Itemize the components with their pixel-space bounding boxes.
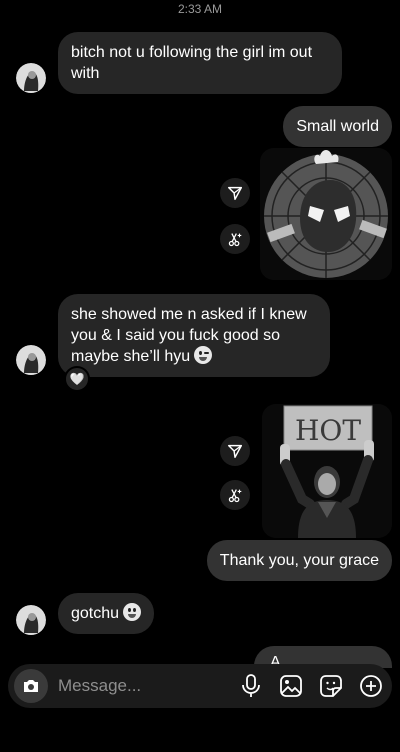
message-input[interactable]: Message... <box>58 676 238 696</box>
camera-button[interactable] <box>14 669 48 703</box>
message-text: gotchu <box>71 605 120 622</box>
microphone-button[interactable] <box>238 673 264 699</box>
message-text: she showed me n asked if I knew you & I … <box>71 306 307 365</box>
incoming-message-bubble[interactable]: she showed me n asked if I knew you & I … <box>58 294 330 377</box>
sticker-button[interactable] <box>318 673 344 699</box>
incoming-message-bubble[interactable]: bitch not u following the girl im out wi… <box>58 32 342 94</box>
avatar[interactable] <box>16 63 46 93</box>
avatar-photo-icon <box>16 345 46 375</box>
message-composer: Message... <box>8 664 392 708</box>
gallery-icon <box>280 675 302 697</box>
avatar[interactable] <box>16 605 46 635</box>
incoming-message-bubble[interactable]: gotchu <box>58 593 155 634</box>
spiderman-image-icon <box>260 148 392 280</box>
message-text: bitch not u following the girl im out wi… <box>71 44 313 82</box>
image-message-spiderman[interactable] <box>260 148 392 280</box>
tongue-face-icon <box>123 603 142 621</box>
outgoing-message-bubble[interactable]: Small world <box>283 106 392 147</box>
add-button[interactable] <box>358 673 384 699</box>
scissors-sparkle-icon <box>228 489 242 503</box>
image-message-hot-sign[interactable]: HOT <box>262 404 392 538</box>
microphone-icon <box>242 674 260 697</box>
outgoing-message-bubble[interactable]: Thank you, your grace <box>206 540 392 581</box>
reaction-badge[interactable]: 🤍 <box>64 366 90 392</box>
scissors-sparkle-icon <box>228 233 242 247</box>
send-icon <box>227 186 243 201</box>
gallery-button[interactable] <box>278 673 304 699</box>
message-text: Thank you, your grace <box>219 552 379 569</box>
share-button[interactable] <box>220 178 250 208</box>
avatar-photo-icon <box>16 605 46 635</box>
message-timestamp: 2:33 AM <box>177 2 223 16</box>
person-holding-sign-image-icon: HOT <box>262 404 392 538</box>
remix-button[interactable] <box>220 224 250 254</box>
message-text: Small world <box>296 118 379 135</box>
share-button[interactable] <box>220 436 250 466</box>
camera-icon <box>24 680 38 692</box>
remix-button[interactable] <box>220 480 250 510</box>
sign-text: HOT <box>295 414 361 447</box>
sticker-icon <box>320 675 342 697</box>
winking-face-icon <box>194 346 213 364</box>
avatar[interactable] <box>16 345 46 375</box>
avatar-photo-icon <box>16 63 46 93</box>
add-icon <box>360 675 382 697</box>
send-icon <box>227 444 243 459</box>
